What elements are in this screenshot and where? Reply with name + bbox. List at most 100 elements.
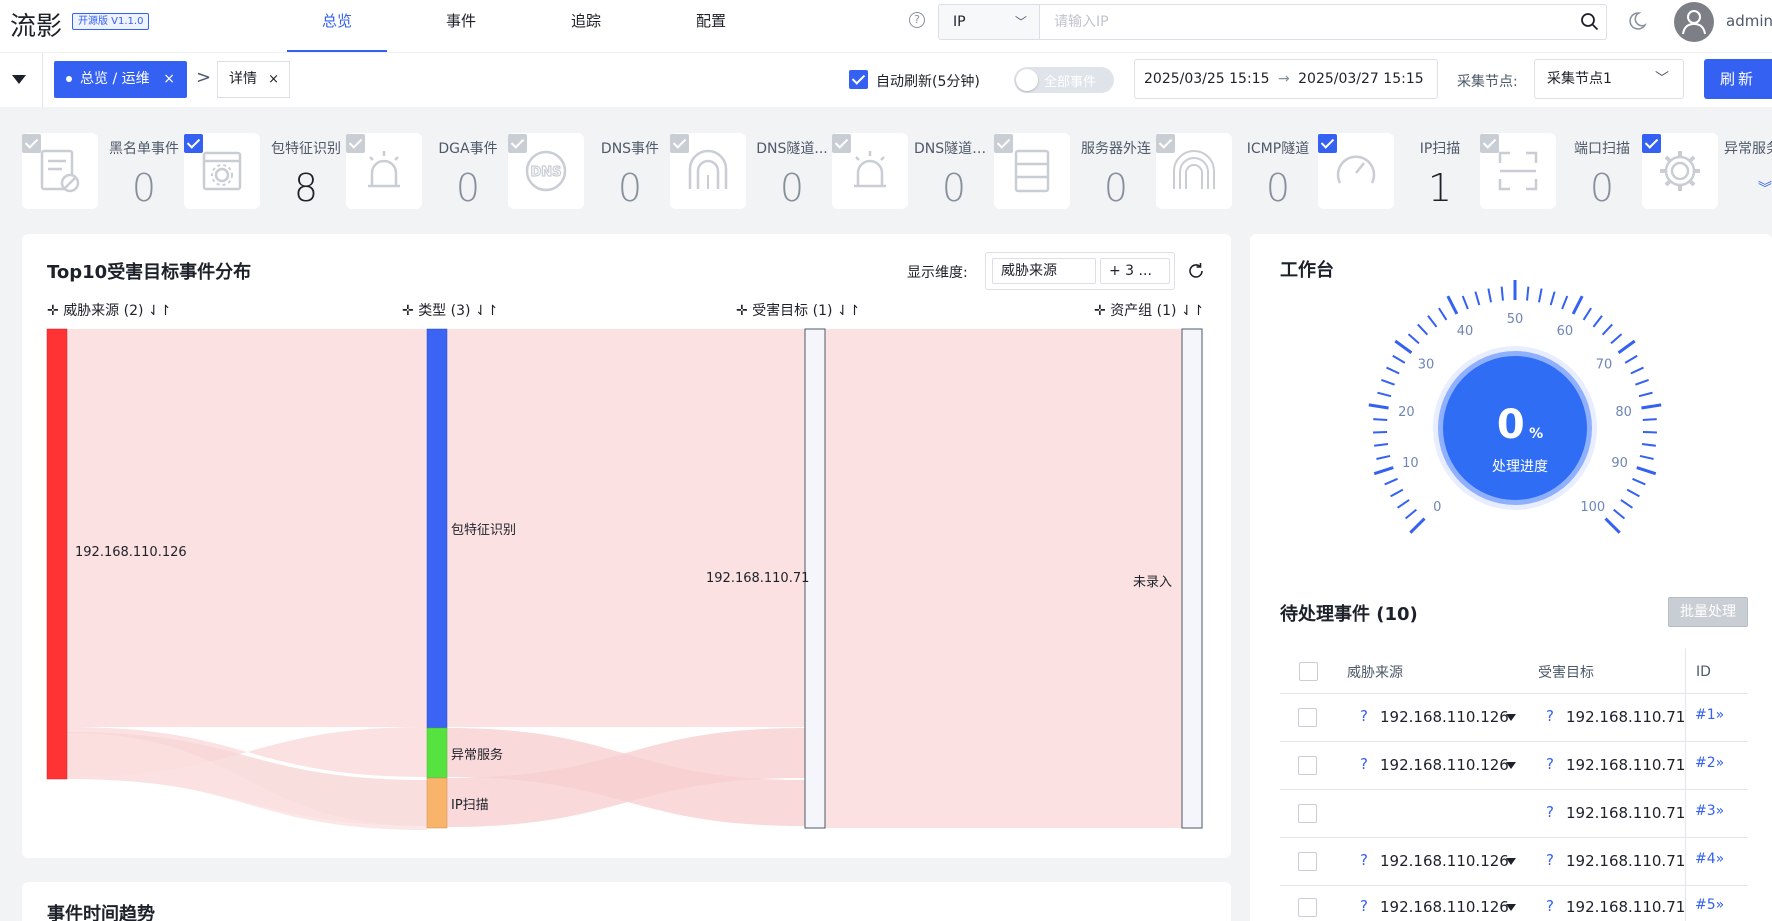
event-card-packet-feature[interactable]: 包特征识别 8: [184, 130, 346, 210]
sankey-node-source[interactable]: [46, 328, 68, 780]
unknown-target-icon[interactable]: ?: [1546, 897, 1554, 915]
close-icon[interactable]: ×: [268, 62, 279, 97]
caret-down-icon[interactable]: [1506, 858, 1516, 865]
card-checkbox[interactable]: [1642, 134, 1661, 153]
card-checkbox[interactable]: [184, 134, 203, 153]
column-header-id[interactable]: ID: [1696, 664, 1711, 680]
sankey-column-asset[interactable]: ✛ 资产组 (1) ⇃↾: [1094, 300, 1204, 320]
sankey-node-asset[interactable]: [1181, 328, 1203, 829]
sankey-column-type[interactable]: ✛ 类型 (3) ⇃↾: [402, 300, 498, 320]
sankey-column-target[interactable]: ✛ 受害目标 (1) ⇃↾: [736, 300, 860, 320]
node-select[interactable]: 采集节点1 ﹀: [1534, 59, 1684, 99]
moon-icon[interactable]: [1626, 10, 1648, 32]
card-checkbox[interactable]: [1480, 134, 1499, 153]
event-card-dga[interactable]: DGA事件 0: [346, 130, 508, 210]
card-checkbox[interactable]: [670, 134, 689, 153]
search-type-select[interactable]: IP ﹀: [938, 4, 1040, 40]
tab-events[interactable]: 事件: [411, 0, 511, 52]
close-icon[interactable]: ×: [163, 61, 175, 98]
target-ip[interactable]: 192.168.110.71: [1566, 708, 1685, 726]
source-ip[interactable]: 192.168.110.126: [1380, 898, 1509, 916]
card-checkbox[interactable]: [1318, 134, 1337, 153]
event-card-server-outbound[interactable]: 服务器外连 0: [994, 130, 1156, 210]
unknown-target-icon[interactable]: ?: [1546, 851, 1554, 869]
app-logo[interactable]: 流影: [10, 6, 62, 43]
event-card-ip-scan[interactable]: IP扫描 1: [1318, 130, 1480, 210]
source-ip[interactable]: 192.168.110.126: [1380, 756, 1509, 774]
event-card-port-scan[interactable]: 端口扫描 0: [1480, 130, 1642, 210]
row-checkbox[interactable]: [1298, 852, 1317, 871]
caret-down-icon[interactable]: [1506, 904, 1516, 911]
refresh-button[interactable]: 刷新: [1704, 59, 1772, 99]
event-card-abnormal-service[interactable]: 异常服务: [1642, 130, 1772, 210]
ip-search-input[interactable]: [1039, 4, 1607, 40]
sankey-node-type3[interactable]: [426, 777, 448, 829]
sankey-link-source-type1[interactable]: [67, 329, 427, 727]
unknown-source-icon[interactable]: ?: [1360, 707, 1368, 725]
dimension-more-tag[interactable]: + 3 ...: [1100, 258, 1170, 284]
unknown-source-icon[interactable]: ?: [1360, 755, 1368, 773]
event-card-dns-tunnel-a[interactable]: DNS隧道A... 0: [832, 130, 994, 210]
event-card-icmp-tunnel[interactable]: ICMP隧道 0: [1156, 130, 1318, 210]
all-events-toggle[interactable]: 全部事件: [1014, 67, 1114, 93]
expand-cards-chevron-icon[interactable]: ︾: [1758, 178, 1772, 198]
event-id-link[interactable]: #1»: [1695, 707, 1724, 723]
source-ip[interactable]: 192.168.110.126: [1380, 708, 1509, 726]
sankey-column-source[interactable]: ✛ 威胁来源 (2) ⇃↾: [47, 300, 171, 320]
tab-overview[interactable]: 总览: [287, 0, 387, 52]
card-checkbox[interactable]: [994, 134, 1013, 153]
card-checkbox[interactable]: [346, 134, 365, 153]
table-row[interactable]: ? 192.168.110.126 ? 192.168.110.71 #5»: [1280, 885, 1748, 921]
card-checkbox[interactable]: [832, 134, 851, 153]
dimension-tag[interactable]: 威胁来源: [992, 258, 1096, 284]
event-card-dns-tunnel[interactable]: DNS隧道... 0: [670, 130, 832, 210]
unknown-target-icon[interactable]: ?: [1546, 755, 1554, 773]
sankey-node-type1[interactable]: [426, 328, 448, 729]
target-ip[interactable]: 192.168.110.71: [1566, 852, 1685, 870]
column-header-source[interactable]: 威胁来源: [1347, 662, 1403, 682]
collapse-caret-icon[interactable]: [12, 75, 26, 84]
sankey-link-target-asset[interactable]: [825, 329, 1182, 828]
event-id-link[interactable]: #5»: [1695, 897, 1724, 913]
card-checkbox[interactable]: [1156, 134, 1175, 153]
row-checkbox[interactable]: [1298, 804, 1317, 823]
target-ip[interactable]: 192.168.110.71: [1566, 804, 1685, 822]
event-id-link[interactable]: #4»: [1695, 851, 1724, 867]
username[interactable]: admin: [1726, 12, 1772, 30]
event-card-blacklist[interactable]: 黑名单事件 0: [22, 130, 184, 210]
breadcrumb-tab-detail[interactable]: 详情 ×: [217, 61, 290, 98]
event-card-dns[interactable]: DNS DNS事件 0: [508, 130, 670, 210]
date-range-picker[interactable]: 2025/03/25 15:15 → 2025/03/27 15:15: [1134, 59, 1438, 99]
event-id-link[interactable]: #2»: [1695, 755, 1724, 771]
card-checkbox[interactable]: [22, 134, 41, 153]
target-ip[interactable]: 192.168.110.71: [1566, 898, 1685, 916]
caret-down-icon[interactable]: [1506, 714, 1516, 721]
event-id-link[interactable]: #3»: [1695, 803, 1724, 819]
auto-refresh-checkbox[interactable]: [849, 70, 868, 89]
avatar[interactable]: [1674, 2, 1714, 42]
table-row[interactable]: ? 192.168.110.126 ? 192.168.110.71 #4»: [1280, 837, 1748, 885]
unknown-source-icon[interactable]: ?: [1360, 851, 1368, 869]
tab-trace[interactable]: 追踪: [536, 0, 636, 52]
unknown-source-icon[interactable]: ?: [1360, 897, 1368, 915]
unknown-target-icon[interactable]: ?: [1546, 803, 1554, 821]
card-checkbox[interactable]: [508, 134, 527, 153]
reload-icon[interactable]: [1186, 261, 1206, 281]
table-row[interactable]: ? 192.168.110.126 ? 192.168.110.71 #2»: [1280, 741, 1748, 789]
table-row[interactable]: ? 192.168.110.126 ? 192.168.110.71 #1»: [1280, 693, 1748, 741]
row-checkbox[interactable]: [1298, 756, 1317, 775]
batch-process-button[interactable]: 批量处理: [1668, 597, 1748, 627]
breadcrumb-tab-overview-ops[interactable]: 总览 / 运维 ×: [54, 61, 187, 98]
caret-down-icon[interactable]: [1506, 762, 1516, 769]
select-all-checkbox[interactable]: [1299, 662, 1318, 681]
table-row[interactable]: ? 192.168.110.71 #3»: [1280, 789, 1748, 837]
source-ip[interactable]: 192.168.110.126: [1380, 852, 1509, 870]
dimension-select[interactable]: 威胁来源 + 3 ...: [985, 252, 1175, 290]
help-icon[interactable]: ?: [909, 12, 925, 28]
tab-config[interactable]: 配置: [661, 0, 761, 52]
search-icon[interactable]: [1580, 12, 1600, 32]
target-ip[interactable]: 192.168.110.71: [1566, 756, 1685, 774]
column-header-target[interactable]: 受害目标: [1538, 662, 1594, 682]
unknown-target-icon[interactable]: ?: [1546, 707, 1554, 725]
row-checkbox[interactable]: [1298, 708, 1317, 727]
